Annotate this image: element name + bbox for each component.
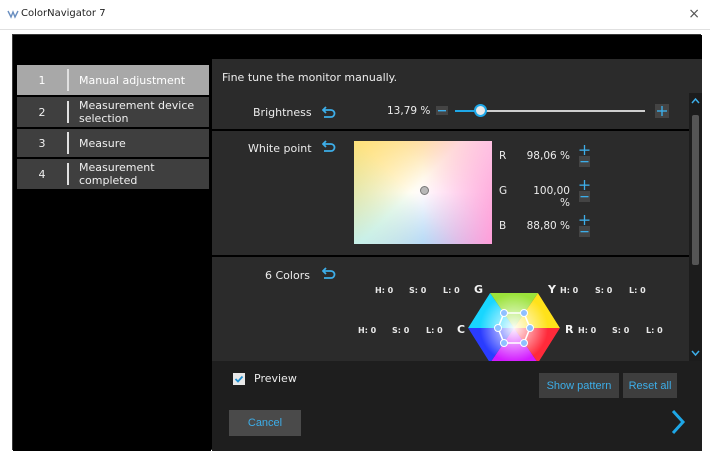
steps-sidebar: 1 Manual adjustment 2 Measurement device… [13,59,211,451]
step-label: Measure [79,136,126,150]
channel-value-b: 88,80 % [526,220,570,232]
channel-value-g: 100,00 % [533,185,570,209]
hsl-l-value: L: 0 [443,286,460,295]
hsl-l-value: L: 0 [629,286,646,295]
brightness-value: 13,79 % [387,105,431,117]
step-number: 4 [38,167,46,181]
step-measurement-completed[interactable]: 4 Measurement completed [17,159,209,189]
colornavigator-app-icon [7,10,19,19]
step-number: 3 [38,136,46,150]
cancel-button[interactable]: Cancel [229,410,301,436]
white-point-label: White point [248,142,312,155]
window-titlebar: ColorNavigator 7 × [0,0,710,30]
app-frame: 1 Manual adjustment 2 Measurement device… [12,34,702,451]
scrollbar-thumb[interactable] [692,115,699,265]
content-scrollbar[interactable] [689,93,702,361]
step-label: Manual adjustment [79,73,186,87]
undo-icon[interactable] [322,267,336,279]
section-divider [212,255,689,257]
header-strip [13,35,702,59]
hsl-l-value: L: 0 [646,326,663,335]
axis-label-c: C [457,323,466,336]
undo-icon[interactable] [322,106,336,118]
preview-checkbox[interactable] [233,373,245,385]
axis-label-r: R [565,323,574,336]
main-panel: Fine tune the monitor manually. Brightne… [212,59,702,451]
brightness-label: Brightness [253,106,312,119]
reset-all-button[interactable]: Reset all [623,373,677,398]
plus-minus-r-icon[interactable] [579,145,590,167]
hsl-s-value: S: 0 [392,326,410,335]
show-pattern-button[interactable]: Show pattern [539,373,619,398]
step-number: 1 [38,73,46,87]
next-arrow-icon[interactable] [670,409,686,435]
brightness-plus-icon[interactable] [655,104,669,118]
hsl-l-value: L: 0 [426,326,443,335]
white-point-color-field[interactable] [354,141,492,244]
window-title: ColorNavigator 7 [21,8,106,19]
hsl-s-value: S: 0 [612,326,630,335]
channel-letter-g: G [499,185,508,197]
brightness-minus-icon[interactable] [436,106,448,115]
hsl-s-value: S: 0 [409,286,427,295]
step-number: 2 [38,105,46,119]
hsl-s-value: S: 0 [595,286,613,295]
plus-minus-b-icon[interactable] [579,215,590,237]
hsl-h-value: H: 0 [560,286,579,295]
adjustment-content: Brightness 13,79 % White point R 98,06 %… [212,93,689,361]
brightness-slider-thumb[interactable] [473,104,487,117]
channel-letter-b: B [499,220,507,232]
step-measure[interactable]: 3 Measure [17,129,209,157]
instruction-text: Fine tune the monitor manually. [222,71,398,84]
footer-bar: Preview Show pattern Reset all Cancel [212,361,702,451]
color-hexagon-wheel[interactable] [468,293,560,361]
hsl-h-value: H: 0 [358,326,377,335]
channel-value-r: 98,06 % [526,150,570,162]
step-manual-adjustment[interactable]: 1 Manual adjustment [17,65,209,95]
close-icon[interactable]: × [688,6,700,22]
preview-label: Preview [254,372,297,385]
white-point-marker[interactable] [420,186,429,195]
hsl-h-value: H: 0 [578,326,597,335]
step-measurement-device-selection[interactable]: 2 Measurement device selection [17,97,209,127]
six-colors-label: 6 Colors [265,269,310,282]
scroll-down-icon[interactable] [689,347,702,359]
step-label: Measurement device selection [79,99,195,125]
channel-letter-r: R [499,150,507,162]
plus-minus-g-icon[interactable] [579,180,590,202]
hsl-h-value: H: 0 [375,286,394,295]
scroll-up-icon[interactable] [689,95,702,107]
undo-icon[interactable] [322,140,336,152]
section-divider [212,129,689,131]
step-label: Measurement completed [79,161,155,187]
